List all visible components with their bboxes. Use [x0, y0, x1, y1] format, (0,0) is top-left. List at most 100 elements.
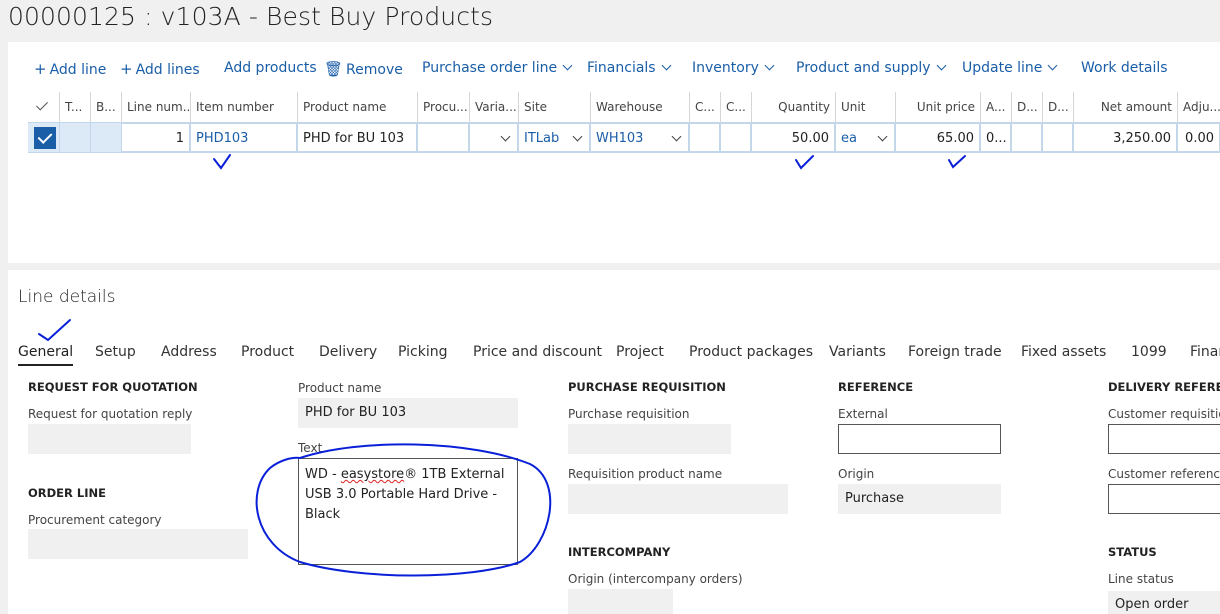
col-unit-price[interactable]: Unit price [895, 92, 980, 122]
line-details-title[interactable]: Line details [18, 287, 115, 307]
cell-unit-price[interactable]: 65.00 [895, 123, 980, 152]
cell-warehouse[interactable]: WH103 [590, 123, 689, 152]
cell-product-name[interactable]: PHD for BU 103 [297, 123, 417, 152]
customer-reference-field[interactable] [1108, 484, 1220, 514]
origin-field[interactable]: Purchase [838, 484, 1001, 514]
cell-b[interactable] [90, 123, 121, 152]
tab-setup[interactable]: Setup [95, 344, 136, 360]
customer-requisition-field[interactable] [1108, 424, 1220, 454]
tab-general[interactable]: General [18, 344, 74, 366]
row-select[interactable] [28, 123, 59, 152]
cell-procurement[interactable] [417, 123, 469, 152]
col-a[interactable]: A... [980, 92, 1011, 122]
cell-d2[interactable] [1042, 123, 1073, 152]
purchase-requisition-label: Purchase requisition [568, 407, 690, 421]
cell-type[interactable] [59, 123, 90, 152]
chevron-down-icon [562, 60, 573, 71]
chevron-down-icon[interactable] [500, 131, 511, 142]
remove-button[interactable]: 🗑 Remove [324, 60, 403, 78]
col-warehouse[interactable]: Warehouse [590, 92, 689, 122]
col-c1[interactable]: C... [689, 92, 720, 122]
col-quantity[interactable]: Quantity [751, 92, 835, 122]
col-net-amount[interactable]: Net amount [1073, 92, 1177, 122]
col-b[interactable]: B... [90, 92, 121, 122]
tab-product[interactable]: Product [241, 344, 294, 360]
text-misspelled-word: easystore [340, 467, 405, 482]
add-products-button[interactable]: Add products [224, 60, 317, 76]
remove-label: Remove [346, 62, 403, 78]
tab-picking[interactable]: Picking [398, 344, 447, 360]
procurement-category-label: Procurement category [28, 513, 162, 527]
col-procurement[interactable]: Procu... [417, 92, 469, 122]
cell-item-number[interactable]: PHD103 [190, 123, 297, 152]
tab-address[interactable]: Address [161, 344, 217, 360]
tab-fixed-assets[interactable]: Fixed assets [1021, 344, 1106, 360]
chevron-down-icon[interactable] [572, 131, 583, 142]
cell-net-amount[interactable]: 3,250.00 [1073, 123, 1177, 152]
col-line-number[interactable]: Line num... [121, 92, 190, 122]
text-label: Text [298, 441, 323, 455]
col-product-name[interactable]: Product name [297, 92, 417, 122]
cell-unit[interactable]: ea [835, 123, 895, 152]
update-line-menu[interactable]: Update line [962, 60, 1058, 76]
trash-icon: 🗑 [324, 60, 344, 78]
external-field[interactable] [838, 424, 1001, 454]
action-bar: + Add line + Add lines Add products 🗑 Remov… [8, 56, 1220, 84]
cell-c1[interactable] [689, 123, 720, 152]
col-d1[interactable]: D... [1011, 92, 1042, 122]
financials-menu[interactable]: Financials [587, 60, 672, 76]
tab-product-packages[interactable]: Product packages [689, 344, 813, 360]
cell-c2[interactable] [720, 123, 751, 152]
add-lines-button[interactable]: + Add lines [120, 60, 200, 78]
inventory-label: Inventory [692, 60, 759, 76]
col-variant[interactable]: Varia... [469, 92, 518, 122]
product-and-supply-label: Product and supply [796, 60, 931, 76]
col-item-number[interactable]: Item number [190, 92, 297, 122]
tab-financials[interactable]: Finan [1190, 344, 1220, 360]
line-status-field[interactable]: Open order [1108, 591, 1220, 614]
table-row[interactable]: 1 PHD103 PHD for BU 103 ITLab WH103 50.0… [28, 122, 1220, 153]
chevron-down-icon[interactable] [877, 131, 888, 142]
checkmark-icon [35, 98, 49, 111]
tab-variants[interactable]: Variants [829, 344, 886, 360]
tab-project[interactable]: Project [616, 344, 664, 360]
procurement-category-field[interactable] [28, 529, 248, 559]
col-unit[interactable]: Unit [835, 92, 895, 122]
col-type[interactable]: T... [59, 92, 90, 122]
requisition-product-name-field[interactable] [568, 484, 788, 514]
intercompany-origin-field[interactable] [568, 589, 673, 614]
select-all-header[interactable] [28, 92, 60, 122]
tab-foreign-trade[interactable]: Foreign trade [908, 344, 1002, 360]
cell-adjustment[interactable]: 0.00 [1177, 123, 1220, 152]
cell-quantity[interactable]: 50.00 [751, 123, 835, 152]
tab-delivery[interactable]: Delivery [319, 344, 377, 360]
rfq-reply-field[interactable] [28, 424, 191, 454]
tab-price-and-discount[interactable]: Price and discount [473, 344, 602, 360]
work-details-button[interactable]: Work details [1081, 60, 1168, 76]
col-c2[interactable]: C... [720, 92, 751, 122]
chevron-down-icon[interactable] [671, 131, 682, 142]
purchase-order-line-label: Purchase order line [422, 60, 558, 76]
col-adjustment[interactable]: Adju... [1177, 92, 1220, 122]
col-d2[interactable]: D... [1042, 92, 1073, 122]
tab-1099[interactable]: 1099 [1131, 344, 1167, 360]
intercompany-heading: INTERCOMPANY [568, 545, 671, 559]
cell-site[interactable]: ITLab [518, 123, 590, 152]
chevron-down-icon [661, 60, 672, 71]
purchase-requisition-field[interactable] [568, 424, 731, 454]
rfq-heading: REQUEST FOR QUOTATION [28, 380, 198, 394]
add-line-button[interactable]: + Add line [34, 60, 106, 78]
product-and-supply-menu[interactable]: Product and supply [796, 60, 946, 76]
cell-a[interactable]: 0... [980, 123, 1011, 152]
text-field[interactable]: WD - easystore® 1TB External USB 3.0 Por… [298, 458, 518, 565]
update-line-label: Update line [962, 60, 1043, 76]
product-name-field[interactable]: PHD for BU 103 [298, 398, 518, 428]
origin-label: Origin [838, 467, 875, 481]
col-site[interactable]: Site [518, 92, 590, 122]
cell-variant[interactable] [469, 123, 518, 152]
cell-d1[interactable] [1011, 123, 1042, 152]
inventory-menu[interactable]: Inventory [692, 60, 775, 76]
cell-line-number[interactable]: 1 [121, 123, 190, 152]
purchase-order-line-menu[interactable]: Purchase order line [422, 60, 573, 76]
add-line-label: Add line [49, 62, 107, 78]
